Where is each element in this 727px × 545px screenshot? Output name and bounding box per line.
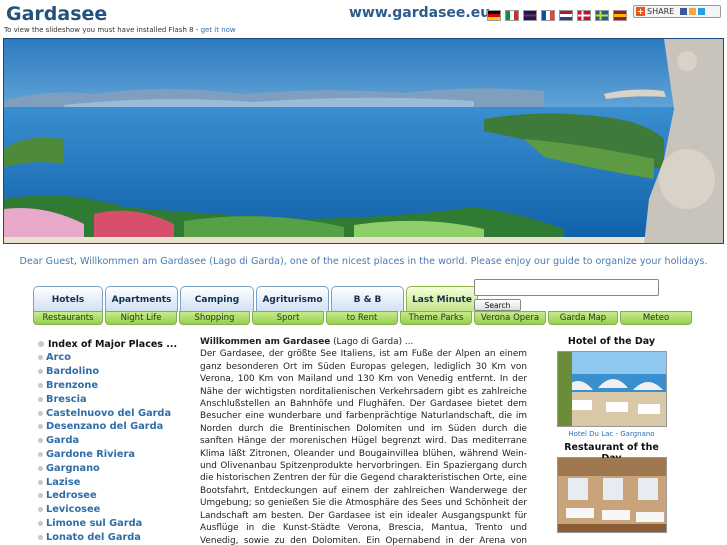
- bullet-icon: [38, 355, 43, 361]
- search-input[interactable]: [474, 279, 659, 296]
- right-column: Hotel of the Day Hotel Du Lac - Gargnano…: [553, 336, 670, 533]
- place-link[interactable]: Ledrosee: [38, 489, 194, 503]
- subtab-to-rent[interactable]: to Rent: [326, 311, 398, 325]
- hotel-of-the-day-caption[interactable]: Hotel Du Lac - Gargnano: [553, 430, 670, 442]
- banner-lake-panorama: [3, 38, 724, 244]
- bullet-icon: [38, 534, 43, 540]
- article-subtitle: (Lago di Garda) ...: [333, 337, 414, 347]
- welcome-message: Dear Guest, Willkommen am Gardasee (Lago…: [19, 256, 708, 267]
- language-flags: [487, 10, 627, 21]
- places-list: Arco Bardolino Brenzone Brescia Castelnuovo …: [38, 351, 194, 544]
- subtab-night-life[interactable]: Night Life: [105, 311, 177, 325]
- spanish-flag-icon[interactable]: [613, 10, 627, 21]
- place-name[interactable]: Arco: [46, 352, 71, 363]
- subtab-restaurants[interactable]: Restaurants: [33, 311, 103, 325]
- place-link[interactable]: Brescia: [38, 392, 194, 406]
- place-link[interactable]: Lazise: [38, 475, 194, 489]
- bullet-icon: [38, 451, 43, 457]
- subtab-meteo[interactable]: Meteo: [620, 311, 692, 325]
- bullet-icon: [38, 382, 43, 388]
- flash-note: To view the slideshow you must have inst…: [4, 26, 236, 34]
- tab-camping[interactable]: Camping: [180, 286, 254, 312]
- index-of-places: Index of Major Places ... Arco Bardolino B…: [38, 337, 194, 544]
- place-link[interactable]: Lonato del Garda: [38, 530, 194, 544]
- french-flag-icon[interactable]: [541, 10, 555, 21]
- place-link[interactable]: Levicosee: [38, 503, 194, 517]
- share-button[interactable]: + SHARE: [633, 5, 721, 18]
- place-name[interactable]: Limone sul Garda: [46, 518, 142, 529]
- dutch-flag-icon[interactable]: [559, 10, 573, 21]
- place-name[interactable]: Lazise: [46, 477, 80, 488]
- place-name[interactable]: Gardone Riviera: [46, 449, 135, 460]
- bullet-icon: [38, 438, 43, 444]
- site-url[interactable]: www.gardasee.eu: [349, 5, 490, 21]
- place-name[interactable]: Lonato del Garda: [46, 532, 141, 543]
- share-label: SHARE: [647, 7, 675, 16]
- bullet-icon: [38, 396, 43, 402]
- article-title: Willkommen am Gardasee: [200, 337, 331, 347]
- place-link[interactable]: Garda: [38, 434, 194, 448]
- place-link[interactable]: Gargnano: [38, 461, 194, 475]
- place-link[interactable]: Limone sul Garda: [38, 517, 194, 531]
- place-link[interactable]: Desenzano del Garda: [38, 420, 194, 434]
- article-body: Der Gardasee, der größte See Italiens, i…: [200, 349, 527, 545]
- subtab-shopping[interactable]: Shopping: [179, 311, 250, 325]
- hotel-of-the-day-image[interactable]: [556, 351, 667, 427]
- search-button[interactable]: Search: [474, 299, 521, 311]
- place-name[interactable]: Brenzone: [46, 380, 98, 391]
- index-title: Index of Major Places ...: [38, 337, 194, 351]
- place-link[interactable]: Bardolino: [38, 365, 194, 379]
- italian-flag-icon[interactable]: [505, 10, 519, 21]
- nav-sub-tabs: Restaurants Night Life Shopping Sport to Ren…: [33, 311, 692, 325]
- uk-flag-icon[interactable]: [523, 10, 537, 21]
- place-link[interactable]: Arco: [38, 351, 194, 365]
- restaurant-of-the-day-title: Restaurant of the Day: [564, 442, 659, 464]
- place-name[interactable]: Ledrosee: [46, 490, 97, 501]
- bullet-icon: [38, 424, 43, 430]
- place-link[interactable]: Gardone Riviera: [38, 448, 194, 462]
- index-title-text: Index of Major Places ...: [48, 338, 178, 350]
- bullet-icon: [38, 465, 43, 471]
- bullet-icon: [38, 410, 43, 416]
- subtab-theme-parks[interactable]: Theme Parks: [400, 311, 472, 325]
- german-flag-icon[interactable]: [487, 10, 501, 21]
- tab-b-b[interactable]: B & B: [331, 286, 404, 312]
- place-name[interactable]: Garda: [46, 435, 79, 446]
- place-name[interactable]: Brescia: [46, 394, 87, 405]
- tab-last-minute[interactable]: Last Minute: [406, 286, 478, 312]
- swedish-flag-icon[interactable]: [595, 10, 609, 21]
- nav-main-tabs: Hotels Apartments Camping Agriturismo B & BL…: [33, 286, 478, 312]
- bullet-icon: [38, 341, 44, 347]
- article-heading: Willkommen am Gardasee (Lago di Garda) .…: [200, 336, 527, 348]
- subtab-verona-opera[interactable]: Verona Opera: [474, 311, 546, 325]
- tab-agriturismo[interactable]: Agriturismo: [256, 286, 329, 312]
- bullet-icon: [38, 507, 43, 513]
- site-title[interactable]: Gardasee: [6, 3, 107, 25]
- place-name[interactable]: Gargnano: [46, 463, 100, 474]
- share-services-icons: [680, 8, 706, 15]
- bullet-icon: [38, 520, 43, 526]
- share-plus-icon: +: [636, 7, 645, 16]
- get-flash-link[interactable]: get it now: [201, 26, 236, 34]
- subtab-sport[interactable]: Sport: [252, 311, 324, 325]
- subtab-garda-map[interactable]: Garda Map: [548, 311, 618, 325]
- place-link[interactable]: Castelnuovo del Garda: [38, 406, 194, 420]
- bullet-icon: [38, 493, 43, 499]
- tab-apartments[interactable]: Apartments: [105, 286, 178, 312]
- place-link[interactable]: Brenzone: [38, 379, 194, 393]
- place-name[interactable]: Castelnuovo del Garda: [46, 408, 171, 419]
- flash-note-text: To view the slideshow you must have inst…: [4, 26, 199, 34]
- bullet-icon: [38, 369, 43, 375]
- hotel-of-the-day-title: Hotel of the Day: [567, 336, 656, 347]
- danish-flag-icon[interactable]: [577, 10, 591, 21]
- place-name[interactable]: Bardolino: [46, 366, 99, 377]
- place-name[interactable]: Desenzano del Garda: [46, 421, 163, 432]
- article: Willkommen am Gardasee (Lago di Garda) .…: [200, 336, 527, 545]
- place-name[interactable]: Levicosee: [46, 504, 100, 515]
- bullet-icon: [38, 479, 43, 485]
- restaurant-of-the-day-image[interactable]: [556, 457, 667, 533]
- tab-hotels[interactable]: Hotels: [33, 286, 103, 312]
